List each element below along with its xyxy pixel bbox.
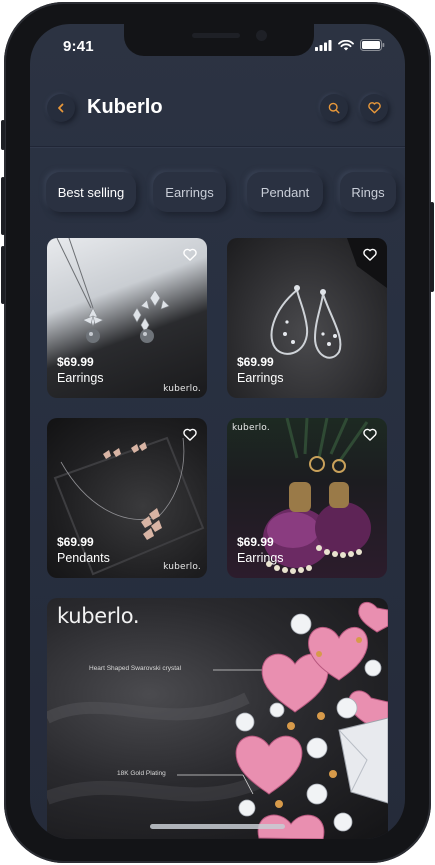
banner-image (47, 601, 388, 839)
tab-best-selling[interactable]: Best selling (46, 172, 136, 212)
status-time: 9:41 (63, 38, 94, 55)
speaker (192, 33, 240, 38)
product-card[interactable]: kuberlo. $69.99 Earrings (227, 418, 387, 578)
wishlist-button[interactable] (183, 428, 197, 442)
tab-rings[interactable]: Rings (340, 172, 396, 212)
tab-label: Earrings (165, 184, 214, 200)
search-button[interactable] (320, 94, 348, 122)
banner-logo: kuberlo. (57, 604, 140, 628)
product-price: $69.99 (57, 355, 94, 369)
chevron-left-icon (58, 103, 64, 113)
front-camera (256, 30, 267, 41)
wishlist-button[interactable] (363, 248, 377, 262)
product-price: $69.99 (237, 535, 274, 549)
brand-watermark: kuberlo. (163, 562, 201, 572)
search-icon (328, 102, 340, 114)
app-screen: 9:41 Kuberlo Best selling Earrings Penda… (30, 24, 405, 839)
product-category: Earrings (57, 371, 104, 385)
tab-label: Pendant (260, 184, 310, 200)
product-price: $69.99 (57, 535, 94, 549)
app-header: Kuberlo (30, 84, 405, 146)
tab-pendant[interactable]: Pendant (247, 172, 323, 212)
power-button (430, 202, 434, 292)
wishlist-button[interactable] (363, 428, 377, 442)
heart-outline-icon (363, 428, 377, 441)
header-divider (30, 146, 405, 147)
brand-watermark: kuberlo. (163, 384, 201, 394)
signal-icon (315, 39, 332, 51)
status-icons (315, 39, 385, 51)
product-card[interactable]: $69.99 Pendants kuberlo. (47, 418, 207, 578)
tab-label: Best selling (57, 184, 125, 200)
back-button[interactable] (47, 94, 75, 122)
product-category: Earrings (237, 371, 284, 385)
product-price: $69.99 (237, 355, 274, 369)
heart-outline-icon (183, 248, 197, 261)
volume-up-button (1, 177, 5, 235)
product-category: Earrings (237, 551, 284, 565)
product-card[interactable]: $69.99 Earrings kuberlo. (47, 238, 207, 398)
wifi-icon (338, 39, 354, 50)
favorites-button[interactable] (360, 94, 388, 122)
home-indicator[interactable] (150, 824, 285, 829)
battery-icon (360, 39, 385, 51)
product-card[interactable]: $69.99 Earrings (227, 238, 387, 398)
banner-annotation: 18K Gold Plating (117, 770, 166, 777)
category-tabs: Best selling Earrings Pendant Rings (46, 172, 405, 212)
notch (124, 24, 314, 56)
heart-icon (367, 102, 381, 114)
promo-banner[interactable]: kuberlo. Heart Shaped Swarovski crystal … (47, 598, 388, 839)
wishlist-button[interactable] (183, 248, 197, 262)
heart-outline-icon (183, 428, 197, 441)
mute-switch (1, 120, 5, 150)
heart-outline-icon (363, 248, 377, 261)
product-category: Pendants (57, 551, 110, 565)
page-title: Kuberlo (87, 96, 163, 118)
tab-label: Rings (351, 184, 385, 200)
tab-earrings[interactable]: Earrings (153, 172, 226, 212)
banner-annotation: Heart Shaped Swarovski crystal (89, 665, 182, 672)
brand-watermark: kuberlo. (232, 423, 270, 433)
volume-down-button (1, 246, 5, 304)
